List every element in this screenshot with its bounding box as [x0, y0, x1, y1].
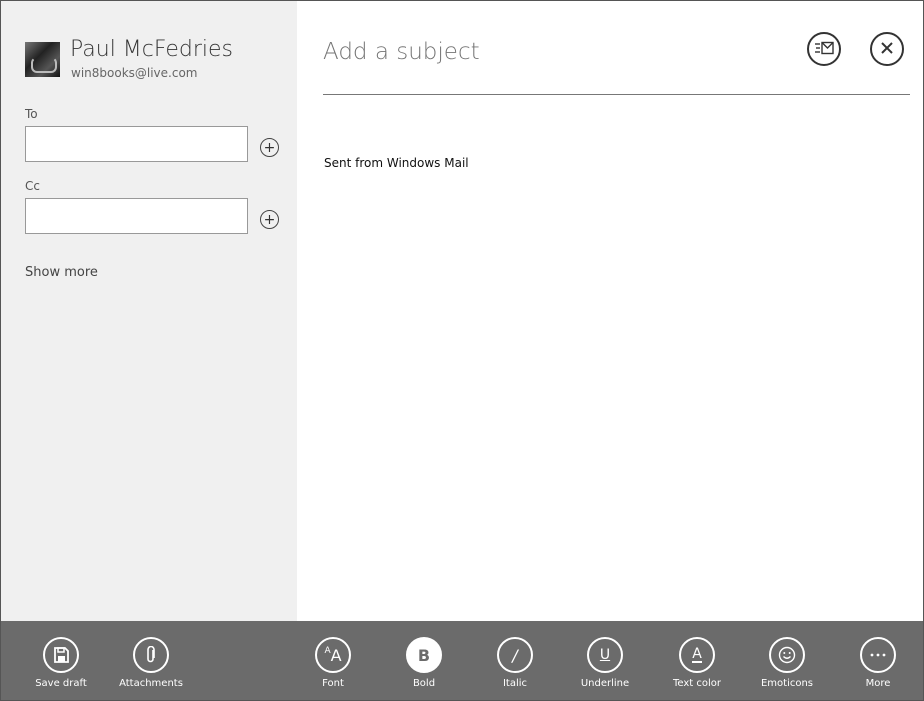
paperclip-icon — [133, 637, 169, 673]
avatar — [25, 42, 60, 77]
account-email: win8books@live.com — [71, 66, 198, 80]
cc-label: Cc — [25, 179, 40, 193]
text-color-label: Text color — [672, 678, 722, 689]
recipients-pane: Paul McFedries win8books@live.com To + C… — [1, 1, 297, 621]
message-body[interactable]: Sent from Windows Mail — [324, 156, 469, 170]
subject-input[interactable] — [323, 34, 783, 70]
add-cc-recipient-button[interactable]: + — [260, 210, 279, 229]
underline-label: Underline — [580, 678, 630, 689]
attachments-button[interactable]: Attachments — [116, 621, 186, 700]
to-field[interactable] — [25, 126, 248, 162]
more-label: More — [865, 678, 891, 689]
plus-icon: + — [263, 139, 276, 156]
attachments-label: Attachments — [119, 678, 183, 689]
app-bar: Save draft Attachments AA Font B Bold / … — [1, 621, 923, 700]
show-more-link[interactable]: Show more — [25, 265, 98, 280]
send-button[interactable] — [807, 32, 841, 66]
send-mail-icon — [814, 40, 834, 59]
underline-icon: U — [587, 637, 623, 673]
bold-icon: B — [406, 637, 442, 673]
text-color-button[interactable]: A Text color — [662, 621, 732, 700]
emoticons-label: Emoticons — [760, 678, 814, 689]
to-label: To — [25, 107, 38, 121]
italic-button[interactable]: / Italic — [480, 621, 550, 700]
save-icon — [43, 637, 79, 673]
save-draft-button[interactable]: Save draft — [26, 621, 96, 700]
underline-button[interactable]: U Underline — [570, 621, 640, 700]
emoticon-icon — [769, 637, 805, 673]
save-draft-label: Save draft — [35, 678, 87, 689]
close-icon — [880, 40, 894, 59]
emoticons-button[interactable]: Emoticons — [752, 621, 822, 700]
subject-divider — [323, 94, 910, 95]
font-icon: AA — [315, 637, 351, 673]
plus-icon: + — [263, 211, 276, 228]
font-label: Font — [322, 678, 344, 689]
more-button[interactable]: More — [843, 621, 913, 700]
account-name: Paul McFedries — [70, 37, 233, 62]
italic-label: Italic — [502, 678, 528, 689]
font-button[interactable]: AA Font — [298, 621, 368, 700]
bold-label: Bold — [412, 678, 436, 689]
more-icon — [860, 637, 896, 673]
italic-icon: / — [497, 637, 533, 673]
add-to-recipient-button[interactable]: + — [260, 138, 279, 157]
close-button[interactable] — [870, 32, 904, 66]
cc-field[interactable] — [25, 198, 248, 234]
text-color-icon: A — [679, 637, 715, 673]
bold-button[interactable]: B Bold — [389, 621, 459, 700]
